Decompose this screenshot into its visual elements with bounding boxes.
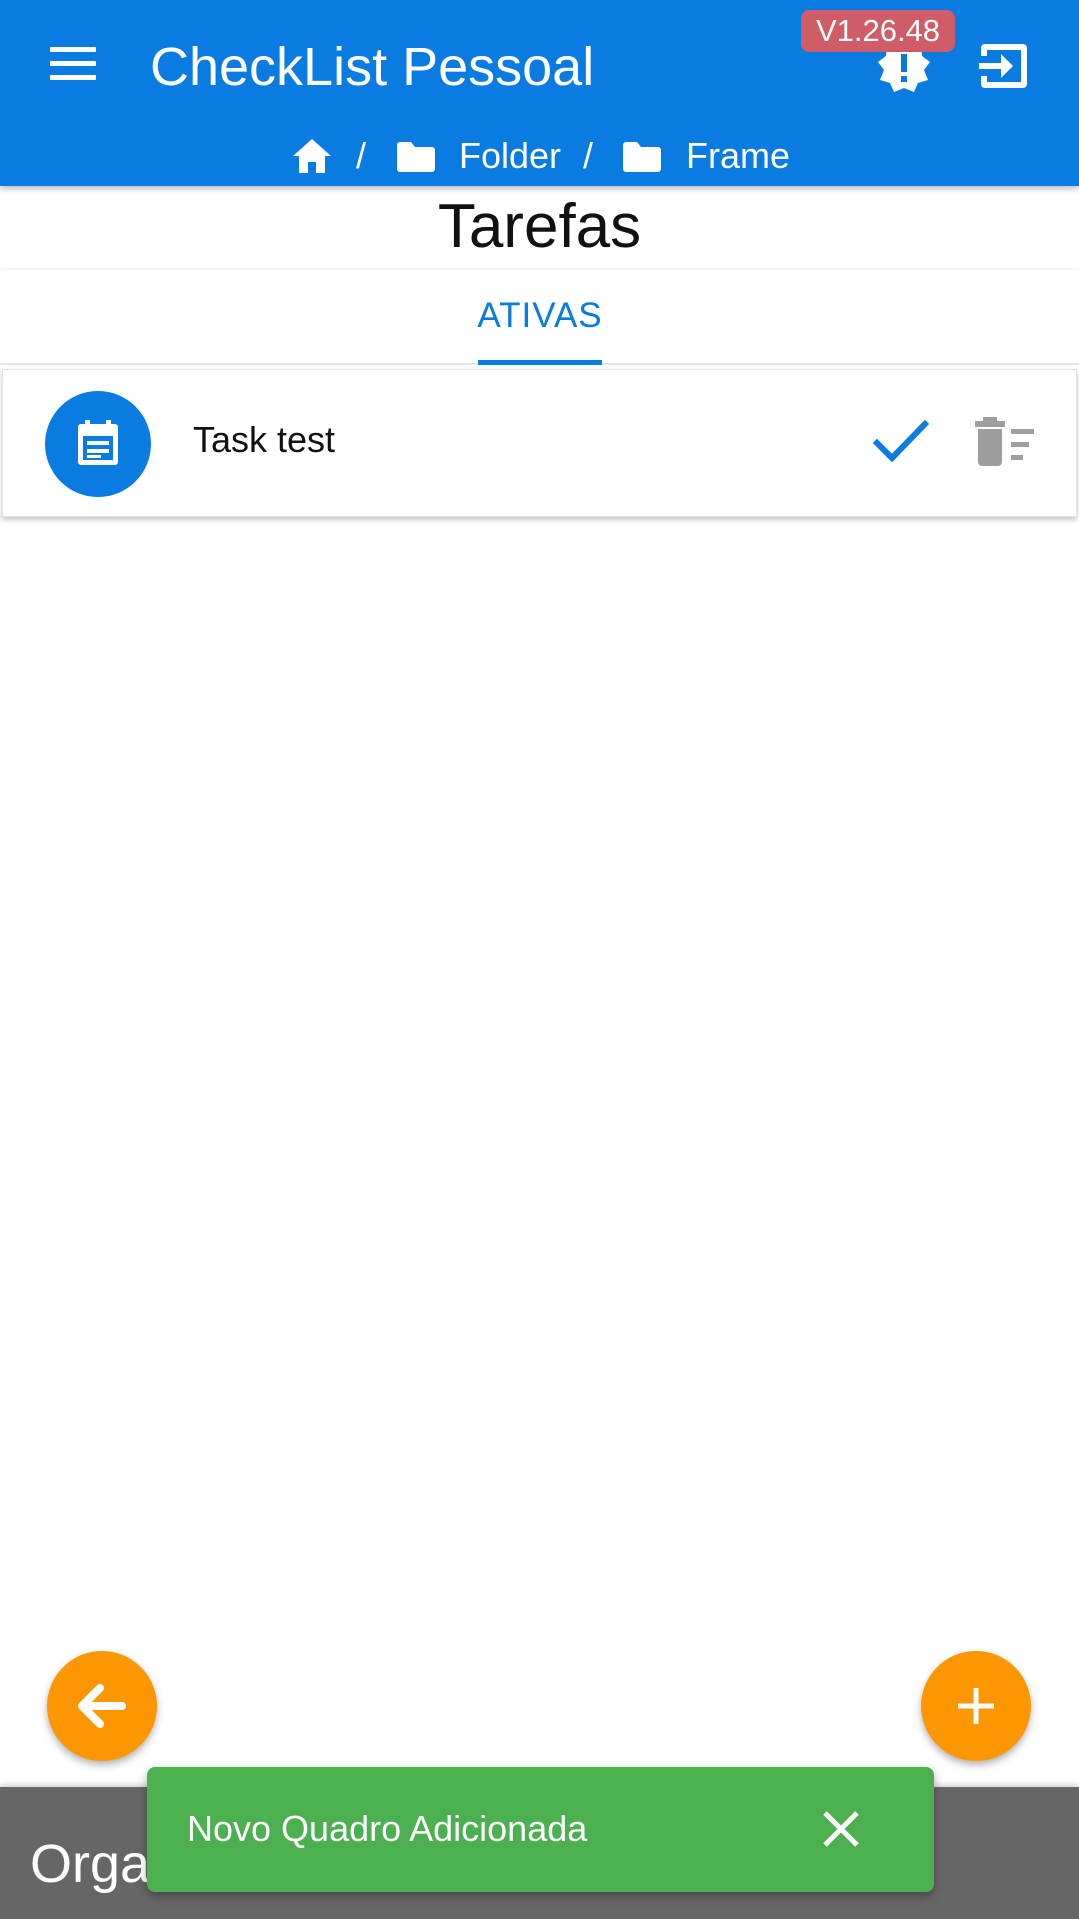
folder-icon (397, 142, 435, 172)
close-icon[interactable] (817, 1805, 865, 1853)
app-bar: CheckList Pessoal V1.26.48 / Folder / Fr… (0, 0, 1079, 186)
snackbar: Novo Quadro Adicionada (147, 1767, 934, 1892)
add-fab-button[interactable] (921, 1651, 1031, 1761)
menu-button[interactable] (45, 40, 105, 90)
folder-icon (623, 142, 661, 172)
breadcrumb-item-frame[interactable]: Frame (686, 136, 790, 176)
breadcrumb-separator: / (583, 135, 594, 176)
task-name: Task test (193, 419, 336, 460)
delete-sweep-icon[interactable] (975, 416, 1035, 468)
task-avatar[interactable] (45, 391, 151, 497)
menu-icon-line (50, 47, 96, 52)
task-item[interactable]: Task test (2, 369, 1077, 517)
app-title: CheckList Pessoal (150, 37, 595, 97)
breadcrumb: / Folder / Frame (0, 132, 1079, 182)
arrow-back-icon (78, 1684, 126, 1728)
tabs-bar: ATIVAS (0, 270, 1079, 365)
page-title: Tarefas (437, 192, 642, 261)
tab-indicator (478, 360, 602, 365)
add-icon (958, 1688, 994, 1724)
tab-label: ATIVAS (477, 296, 603, 335)
event-note-icon (78, 420, 118, 465)
version-badge: V1.26.48 (801, 10, 955, 52)
snackbar-message: Novo Quadro Adicionada (187, 1808, 588, 1849)
breadcrumb-separator: / (356, 135, 367, 176)
tab-ativas[interactable]: ATIVAS (470, 290, 610, 365)
breadcrumb-item-folder[interactable]: Folder (459, 136, 561, 176)
home-icon[interactable] (291, 137, 333, 175)
menu-icon-line (50, 75, 96, 80)
logout-icon[interactable] (977, 40, 1031, 92)
bottom-bar-text: Orga (30, 1834, 151, 1894)
check-icon[interactable] (873, 416, 929, 466)
back-fab-button[interactable] (47, 1651, 157, 1761)
menu-icon-line (50, 61, 96, 66)
